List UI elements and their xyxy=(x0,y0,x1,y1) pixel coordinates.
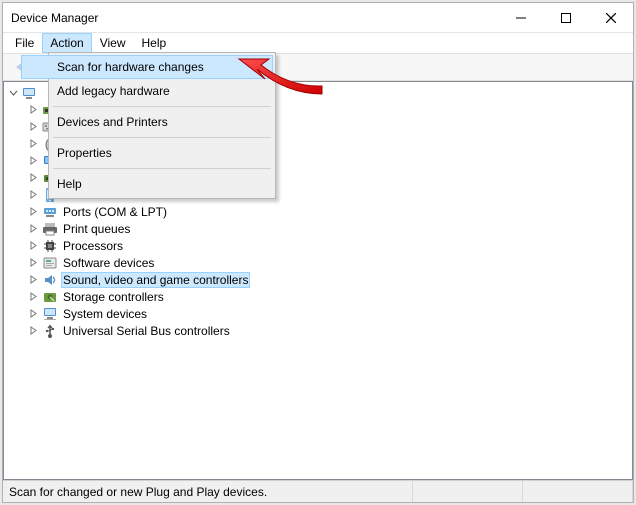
menu-item-label: Scan for hardware changes xyxy=(57,60,204,74)
storage-icon xyxy=(42,289,58,305)
tree-node-label: Software devices xyxy=(61,256,156,270)
menu-separator xyxy=(53,168,271,169)
close-icon xyxy=(606,13,616,23)
expand-icon[interactable] xyxy=(28,325,39,336)
status-spacer xyxy=(413,481,523,502)
tree-node-label: Storage controllers xyxy=(61,290,166,304)
menu-item-label: Add legacy hardware xyxy=(57,84,170,98)
menu-separator xyxy=(53,137,271,138)
tree-node[interactable]: Ports (COM & LPT) xyxy=(8,203,632,220)
menu-add-legacy[interactable]: Add legacy hardware xyxy=(21,79,273,103)
tree-node-label: Processors xyxy=(61,239,125,253)
tree-node-label: Ports (COM & LPT) xyxy=(61,205,169,219)
menu-file[interactable]: File xyxy=(7,33,42,53)
minimize-button[interactable] xyxy=(498,3,543,32)
expand-icon[interactable] xyxy=(28,274,39,285)
expand-icon[interactable] xyxy=(28,240,39,251)
tree-node[interactable]: System devices xyxy=(8,305,632,322)
tree-node-label: System devices xyxy=(61,307,149,321)
tree-node[interactable]: Sound, video and game controllers xyxy=(8,271,632,288)
expand-icon[interactable] xyxy=(28,206,39,217)
menu-view[interactable]: View xyxy=(92,33,134,53)
tree-node-label: Print queues xyxy=(61,222,132,236)
sound-icon xyxy=(42,272,58,288)
tree-node[interactable]: Print queues xyxy=(8,220,632,237)
printer-icon xyxy=(42,221,58,237)
close-button[interactable] xyxy=(588,3,633,32)
minimize-icon xyxy=(516,13,526,23)
usb-icon xyxy=(42,323,58,339)
expand-icon[interactable] xyxy=(28,291,39,302)
menu-separator xyxy=(53,106,271,107)
tree-node-label: Universal Serial Bus controllers xyxy=(61,324,232,338)
software-icon xyxy=(42,255,58,271)
menu-devices-printers[interactable]: Devices and Printers xyxy=(21,110,273,134)
tree-node[interactable]: Universal Serial Bus controllers xyxy=(8,322,632,339)
expand-icon[interactable] xyxy=(28,223,39,234)
menubar: File Action View Help xyxy=(3,33,633,53)
titlebar: Device Manager xyxy=(3,3,633,33)
maximize-button[interactable] xyxy=(543,3,588,32)
menu-scan-hardware[interactable]: Scan for hardware changes xyxy=(21,55,273,79)
expand-icon[interactable] xyxy=(28,257,39,268)
system-icon xyxy=(42,306,58,322)
tree-node[interactable]: Storage controllers xyxy=(8,288,632,305)
tree-node-label: Sound, video and game controllers xyxy=(61,272,250,288)
cpu-icon xyxy=(42,238,58,254)
menu-help[interactable]: Help xyxy=(134,33,175,53)
menu-properties[interactable]: Properties xyxy=(21,141,273,165)
device-manager-window: Device Manager File Action View Help xyxy=(2,2,634,503)
menu-item-label: Help xyxy=(57,177,82,191)
action-dropdown: Scan for hardware changes Add legacy har… xyxy=(48,52,276,199)
port-icon xyxy=(42,204,58,220)
collapse-icon[interactable] xyxy=(8,87,19,98)
menu-action[interactable]: Action xyxy=(42,33,91,53)
tree-node[interactable]: Processors xyxy=(8,237,632,254)
statusbar: Scan for changed or new Plug and Play de… xyxy=(3,480,633,502)
window-controls xyxy=(498,3,633,32)
expand-icon[interactable] xyxy=(28,308,39,319)
status-spacer xyxy=(523,481,633,502)
tree-node[interactable]: Software devices xyxy=(8,254,632,271)
status-text: Scan for changed or new Plug and Play de… xyxy=(3,481,413,502)
menu-item-label: Devices and Printers xyxy=(57,115,168,129)
menu-help[interactable]: Help xyxy=(21,172,273,196)
menu-item-label: Properties xyxy=(57,146,112,160)
maximize-icon xyxy=(561,13,571,23)
window-title: Device Manager xyxy=(11,11,98,25)
